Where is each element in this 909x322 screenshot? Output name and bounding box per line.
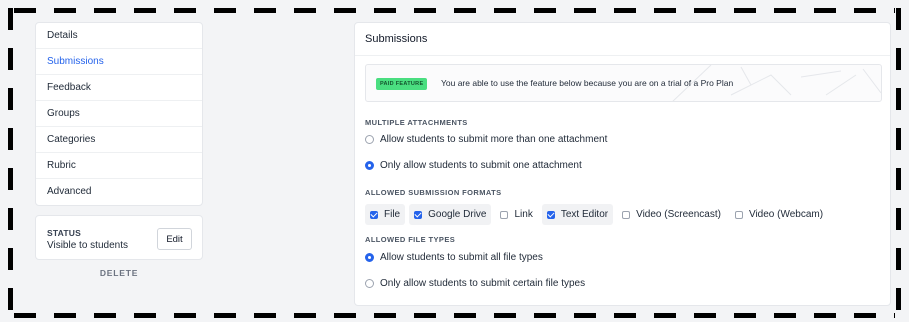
sidebar-item-categories[interactable]: Categories — [36, 127, 202, 153]
multiple-attachments-label: MULTIPLE ATTACHMENTS — [365, 118, 468, 127]
radio-label: Only allow students to submit one attach… — [380, 159, 582, 171]
checkbox-checked-icon — [546, 210, 555, 219]
settings-sidebar: Details Submissions Feedback Groups Cate… — [35, 22, 203, 206]
radio-certain-file-types[interactable]: Only allow students to submit certain fi… — [365, 276, 585, 290]
checkbox-unchecked-icon — [622, 210, 631, 219]
submission-formats-label: ALLOWED SUBMISSION FORMATS — [365, 188, 502, 197]
paid-feature-text: You are able to use the feature below be… — [441, 78, 734, 88]
radio-single-attachment[interactable]: Only allow students to submit one attach… — [365, 158, 582, 172]
radio-unchecked-icon — [365, 278, 374, 288]
radio-label: Allow students to submit all file types — [380, 251, 543, 263]
panel-title: Submissions — [355, 23, 890, 56]
file-types-label: ALLOWED FILE TYPES — [365, 235, 456, 244]
sidebar-item-rubric[interactable]: Rubric — [36, 153, 202, 179]
status-card: STATUS Visible to students Edit — [35, 215, 203, 260]
radio-all-file-types[interactable]: Allow students to submit all file types — [365, 250, 543, 264]
checkbox-label: Video (Screencast) — [636, 209, 721, 220]
sidebar-item-advanced[interactable]: Advanced — [36, 179, 202, 205]
sidebar-item-feedback[interactable]: Feedback — [36, 75, 202, 101]
frame-border-left — [8, 8, 13, 316]
checkbox-label: Google Drive — [428, 209, 487, 220]
format-file-checkbox[interactable]: File — [365, 204, 406, 225]
frame-border-bottom — [14, 313, 895, 318]
checkbox-label: Text Editor — [560, 209, 609, 220]
sidebar-item-groups[interactable]: Groups — [36, 101, 202, 127]
edit-status-button[interactable]: Edit — [157, 228, 192, 250]
radio-checked-icon — [365, 160, 374, 170]
checkbox-label: File — [384, 209, 401, 220]
radio-multiple-attachments[interactable]: Allow students to submit more than one a… — [365, 132, 607, 146]
format-video-screencast-checkbox[interactable]: Video (Screencast) — [617, 204, 726, 225]
checkbox-label: Video (Webcam) — [748, 209, 824, 220]
status-label: STATUS — [47, 228, 81, 238]
sidebar-item-submissions[interactable]: Submissions — [36, 49, 202, 75]
submissions-panel: Submissions PAID FEATURE You are able to… — [354, 22, 891, 306]
checkbox-unchecked-icon — [500, 210, 509, 219]
delete-button[interactable]: DELETE — [35, 268, 203, 278]
status-value: Visible to students — [47, 240, 128, 251]
radio-checked-icon — [365, 252, 374, 262]
frame-border-right — [896, 8, 901, 316]
radio-unchecked-icon — [365, 134, 374, 144]
sidebar-item-details[interactable]: Details — [36, 23, 202, 49]
format-video-webcam-checkbox[interactable]: Video (Webcam) — [730, 204, 828, 225]
format-text-editor-checkbox[interactable]: Text Editor — [541, 204, 614, 225]
paid-feature-badge: PAID FEATURE — [376, 78, 428, 90]
checkbox-checked-icon — [414, 210, 423, 219]
radio-label: Allow students to submit more than one a… — [380, 133, 608, 145]
checkbox-unchecked-icon — [734, 210, 743, 219]
radio-label: Only allow students to submit certain fi… — [380, 277, 586, 289]
checkbox-label: Link — [514, 209, 533, 220]
paid-feature-banner: PAID FEATURE You are able to use the fea… — [365, 64, 882, 102]
checkbox-checked-icon — [370, 210, 378, 219]
format-google-drive-checkbox[interactable]: Google Drive — [409, 204, 492, 225]
submission-formats-group: File Google Drive Link Text Editor Video… — [365, 204, 832, 225]
format-link-checkbox[interactable]: Link — [495, 204, 537, 225]
frame-border-top — [14, 8, 895, 13]
